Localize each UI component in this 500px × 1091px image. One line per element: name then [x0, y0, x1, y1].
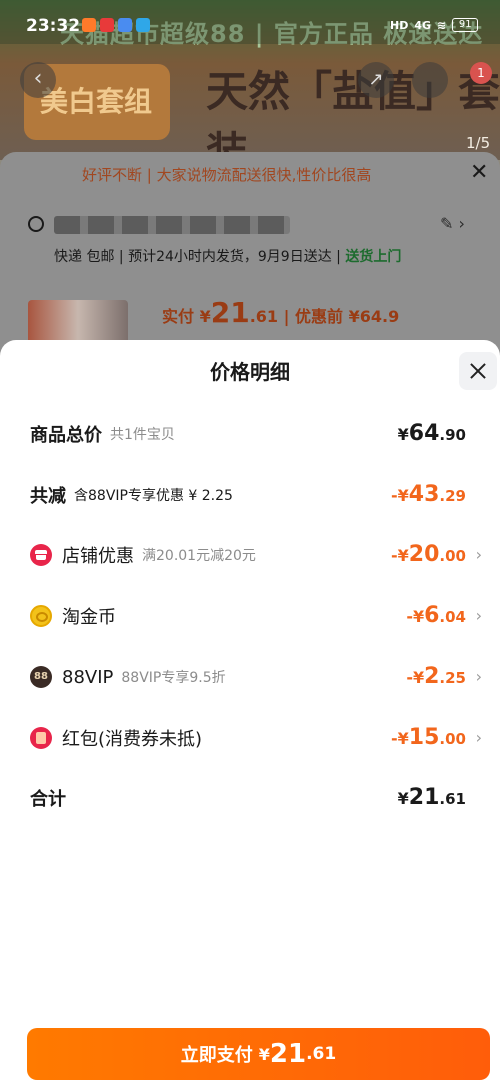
amount-dec: .29 [439, 487, 466, 505]
cart-icon[interactable] [412, 62, 448, 98]
row-label: 淘金币 [62, 607, 116, 628]
pay-button-dec: .61 [306, 1044, 337, 1064]
amount-currency: -¥ [391, 729, 409, 748]
row-goods-total: 商品总价 共1件宝贝 ¥64.90 [30, 419, 486, 449]
amount-int: 21 [408, 785, 440, 810]
promo-card-label: 美白套组 [40, 85, 153, 118]
amount-int: 6 [424, 603, 440, 628]
amount-int: 2 [424, 664, 440, 689]
row-sub: 含88VIP专享优惠 ¥ 2.25 [74, 488, 233, 504]
row-sub: 88VIP专享9.5折 [121, 670, 226, 686]
amount-dec: .00 [439, 730, 466, 748]
row-grand-total: 合计 ¥21.61 [30, 783, 486, 813]
amount-int: 43 [408, 482, 440, 507]
battery-icon: 91 [452, 18, 479, 32]
wifi-icon: ≋ [437, 18, 447, 32]
share-icon[interactable]: ↗ [358, 62, 394, 98]
notice-close-icon[interactable]: ✕ [470, 160, 488, 185]
row-sub: 满20.01元减20元 [142, 548, 256, 564]
amount-dec: .00 [439, 547, 466, 565]
app-notification-icon [100, 18, 114, 32]
delivery-to-door: 送货上门 [345, 249, 402, 265]
row-amount: -¥ 2.25 [406, 662, 466, 692]
app-notification-icon [118, 18, 132, 32]
amount-currency: -¥ [391, 486, 409, 505]
amount-dec: .90 [439, 426, 466, 444]
shipping-info: 快递 包邮 | 预计24小时内发货，9月9日送达 | 送货上门 [54, 246, 401, 266]
row-label: 店铺优惠 [62, 546, 134, 567]
cart-badge: 1 [470, 62, 492, 84]
row-total-discount: 共减 含88VIP专享优惠 ¥ 2.25 -¥ 43.29 [30, 480, 486, 510]
row-sub: 共1件宝贝 [110, 427, 175, 443]
network-indicator: 4G [414, 18, 432, 32]
row-label: 88VIP [62, 666, 114, 688]
row-red-packet[interactable]: 红包(消费券未抵) -¥ 15.00 › [30, 723, 486, 753]
notice-text: 好评不断 | 大家说物流配送很快,性价比很高 [82, 166, 372, 184]
status-time: 23:32 [26, 16, 81, 36]
amount-dec: .25 [439, 669, 466, 687]
shop-icon [30, 544, 52, 566]
row-taojinbi[interactable]: 淘金币 -¥ 6.04 › [30, 601, 486, 631]
actual-price-prefix: 实付 ¥ [162, 307, 211, 326]
status-bar: 23:32 HD 4G ≋ 91 [0, 0, 500, 44]
price-before-discount: | 优惠前 ¥64.9 [283, 307, 400, 326]
app-notification-icon [82, 18, 96, 32]
chevron-right-icon[interactable]: › [476, 723, 482, 753]
amount-currency: ¥ [397, 425, 409, 444]
amount-dec: .61 [439, 790, 466, 808]
amount-int: 15 [408, 725, 440, 750]
row-label: 共减 [30, 486, 66, 507]
chevron-right-icon[interactable]: › [476, 662, 482, 692]
gold-coin-icon [30, 605, 52, 627]
row-amount: -¥ 6.04 [406, 601, 466, 631]
edit-address-icon[interactable]: ✎ › [440, 214, 465, 233]
background-product-page: 天猫超市超级88 | 官方正品 极速送达 美白套组 天然「盐值」套装 ‹ ↗ 1… [0, 0, 500, 360]
vip-icon: 88 [30, 666, 52, 688]
hd-indicator: HD [390, 18, 409, 32]
row-shop-discount[interactable]: 店铺优惠 满20.01元减20元 -¥ 20.00 › [30, 540, 486, 570]
actual-price-dec: .61 [249, 307, 279, 326]
chevron-right-icon[interactable]: › [476, 601, 482, 631]
pay-now-button[interactable]: 立即支付 ¥21.61 [27, 1028, 490, 1080]
location-pin-icon [28, 216, 44, 232]
row-amount: ¥64.90 [398, 419, 466, 449]
actual-price: 实付 ¥21.61 | 优惠前 ¥64.9 [162, 296, 399, 329]
row-amount: -¥ 15.00 [391, 723, 466, 753]
notification-icons [82, 18, 150, 32]
price-detail-sheet [0, 340, 500, 1091]
pay-button-label: 立即支付 [180, 1045, 253, 1066]
amount-currency: -¥ [406, 607, 425, 626]
row-label: 合计 [30, 789, 66, 810]
row-amount: -¥ 20.00 [391, 540, 466, 570]
row-amount: ¥21.61 [398, 783, 466, 813]
shipping-text: 快递 包邮 | 预计24小时内发货，9月9日送达 | [54, 249, 341, 265]
chevron-right-icon[interactable]: › [476, 540, 482, 570]
amount-int: 20 [408, 542, 440, 567]
amount-dec: .04 [439, 608, 466, 626]
row-label: 商品总价 [30, 425, 102, 446]
sheet-title: 价格明细 [210, 360, 290, 384]
back-icon[interactable]: ‹ [20, 62, 56, 98]
row-label: 红包(消费券未抵) [62, 729, 203, 750]
amount-currency: -¥ [391, 546, 409, 565]
status-right: HD 4G ≋ 91 [390, 18, 479, 32]
pay-button-currency: ¥ [258, 1044, 270, 1064]
amount-currency: ¥ [397, 789, 409, 808]
amount-currency: -¥ [406, 668, 425, 687]
image-pager: 1/5 [466, 134, 491, 152]
pay-button-int: 21 [269, 1039, 307, 1069]
address-redacted[interactable] [54, 216, 290, 234]
amount-int: 64 [408, 421, 440, 446]
actual-price-int: 21 [210, 296, 250, 329]
red-packet-icon [30, 727, 52, 749]
app-notification-icon [136, 18, 150, 32]
row-amount: -¥ 43.29 [391, 480, 466, 510]
close-icon[interactable] [459, 352, 497, 390]
row-88vip[interactable]: 88 88VIP 88VIP专享9.5折 -¥ 2.25 › [30, 662, 486, 692]
